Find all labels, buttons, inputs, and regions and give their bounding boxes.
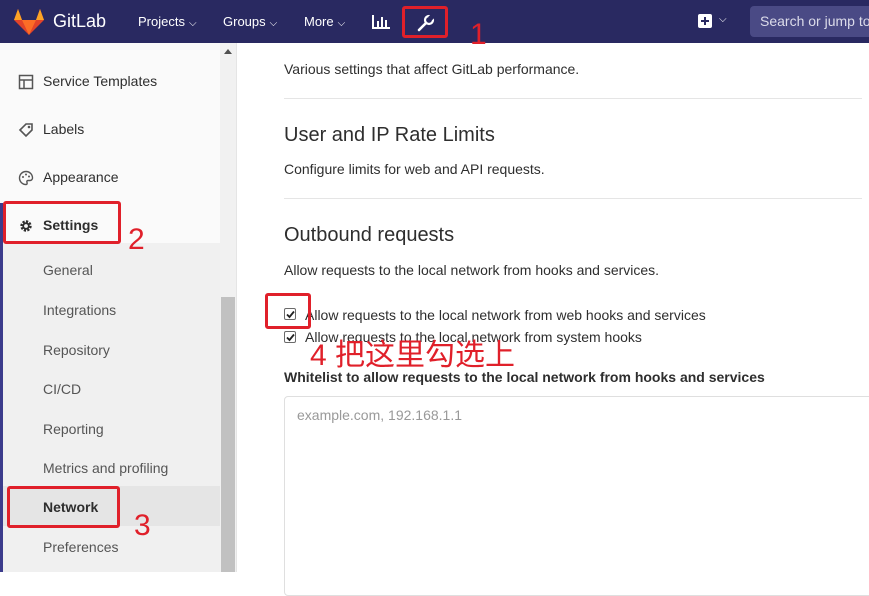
annotation-box-settings [3, 201, 121, 244]
nav-more[interactable]: More ⌵ [304, 14, 345, 29]
checkmark-icon [286, 333, 295, 342]
outbound-description: Allow requests to the local network from… [284, 262, 660, 278]
rate-limits-description: Configure limits for web and API request… [284, 161, 545, 177]
label-icon [18, 123, 33, 138]
sidebar-item-labels[interactable]: Labels [0, 110, 220, 150]
sidebar-subitem-label: General [43, 262, 93, 278]
sidebar-subitem-integrations[interactable]: Integrations [0, 291, 220, 329]
sidebar-subitem-reporting[interactable]: Reporting [0, 410, 220, 448]
sidebar-subitem-label: Metrics and profiling [43, 460, 169, 476]
annotation-box-network [7, 486, 120, 528]
nav-groups[interactable]: Groups ⌵ [223, 14, 277, 29]
chevron-down-icon: ⌵ [337, 18, 346, 29]
new-plus-icon[interactable] [698, 14, 712, 28]
section-divider [284, 198, 862, 199]
template-icon [18, 74, 34, 90]
nav-groups-label: Groups [223, 14, 266, 29]
outbound-title: Outbound requests [284, 224, 455, 246]
brand-name[interactable]: GitLab [53, 11, 106, 32]
chevron-down-icon: ⌵ [269, 18, 278, 29]
annotation-number-3: 3 [134, 509, 151, 542]
sidebar-subitem-preferences[interactable]: Preferences [0, 528, 220, 566]
sidebar-subitem-label: Preferences [43, 539, 119, 555]
nav-more-label: More [304, 14, 334, 29]
whitelist-placeholder: example.com, 192.168.1.1 [297, 407, 462, 423]
sidebar-item-label: Appearance [43, 169, 119, 185]
palette-icon [18, 170, 34, 186]
sidebar-item-label: Service Templates [43, 73, 158, 89]
rate-limits-title: User and IP Rate Limits [284, 124, 495, 146]
activity-chart-icon[interactable] [371, 11, 391, 31]
annotation-box-checkbox [265, 293, 311, 329]
sidebar-subitem-cicd[interactable]: CI/CD [0, 370, 220, 408]
whitelist-textarea[interactable]: example.com, 192.168.1.1 [284, 396, 869, 596]
sidebar-subitem-label: Reporting [43, 421, 104, 437]
scrollbar-thumb[interactable] [221, 297, 235, 572]
admin-wrench-icon [417, 14, 435, 32]
sidebar-item-label: Labels [43, 121, 85, 137]
allow-web-hooks-label[interactable]: Allow requests to the local network from… [305, 307, 706, 323]
sidebar-subitem-label: Integrations [43, 302, 117, 318]
top-navbar: GitLab Projects ⌵ Groups ⌵ More ⌵ ⌵ Search … [0, 0, 869, 43]
performance-description: Various settings that affect GitLab perf… [284, 61, 580, 77]
sidebar-item-service-templates[interactable]: Service Templates [0, 62, 220, 102]
admin-area-button[interactable] [402, 6, 448, 38]
sidebar-subitem-repository[interactable]: Repository [0, 331, 220, 369]
chevron-down-icon: ⌵ [188, 18, 197, 29]
annotation-note-4: 4 把这里勾选上 [310, 339, 516, 372]
sidebar-subitem-label: CI/CD [43, 381, 82, 397]
nav-projects[interactable]: Projects ⌵ [138, 14, 197, 29]
sidebar-subitem-general[interactable]: General [0, 251, 220, 289]
sidebar-subitem-label: Repository [43, 342, 110, 358]
gitlab-logo[interactable] [14, 9, 44, 35]
sidebar-subitem-metrics[interactable]: Metrics and profiling [0, 449, 220, 487]
annotation-number-2: 2 [128, 223, 145, 256]
section-divider [284, 98, 862, 99]
nav-projects-label: Projects [138, 14, 185, 29]
chevron-down-icon[interactable]: ⌵ [719, 14, 727, 25]
allow-system-hooks-checkbox[interactable] [284, 331, 296, 343]
sidebar-item-appearance[interactable]: Appearance [0, 158, 220, 198]
annotation-number-1: 1 [470, 18, 487, 51]
scroll-up-arrow-icon[interactable] [224, 49, 232, 54]
search-input[interactable]: Search or jump to… [750, 6, 869, 37]
